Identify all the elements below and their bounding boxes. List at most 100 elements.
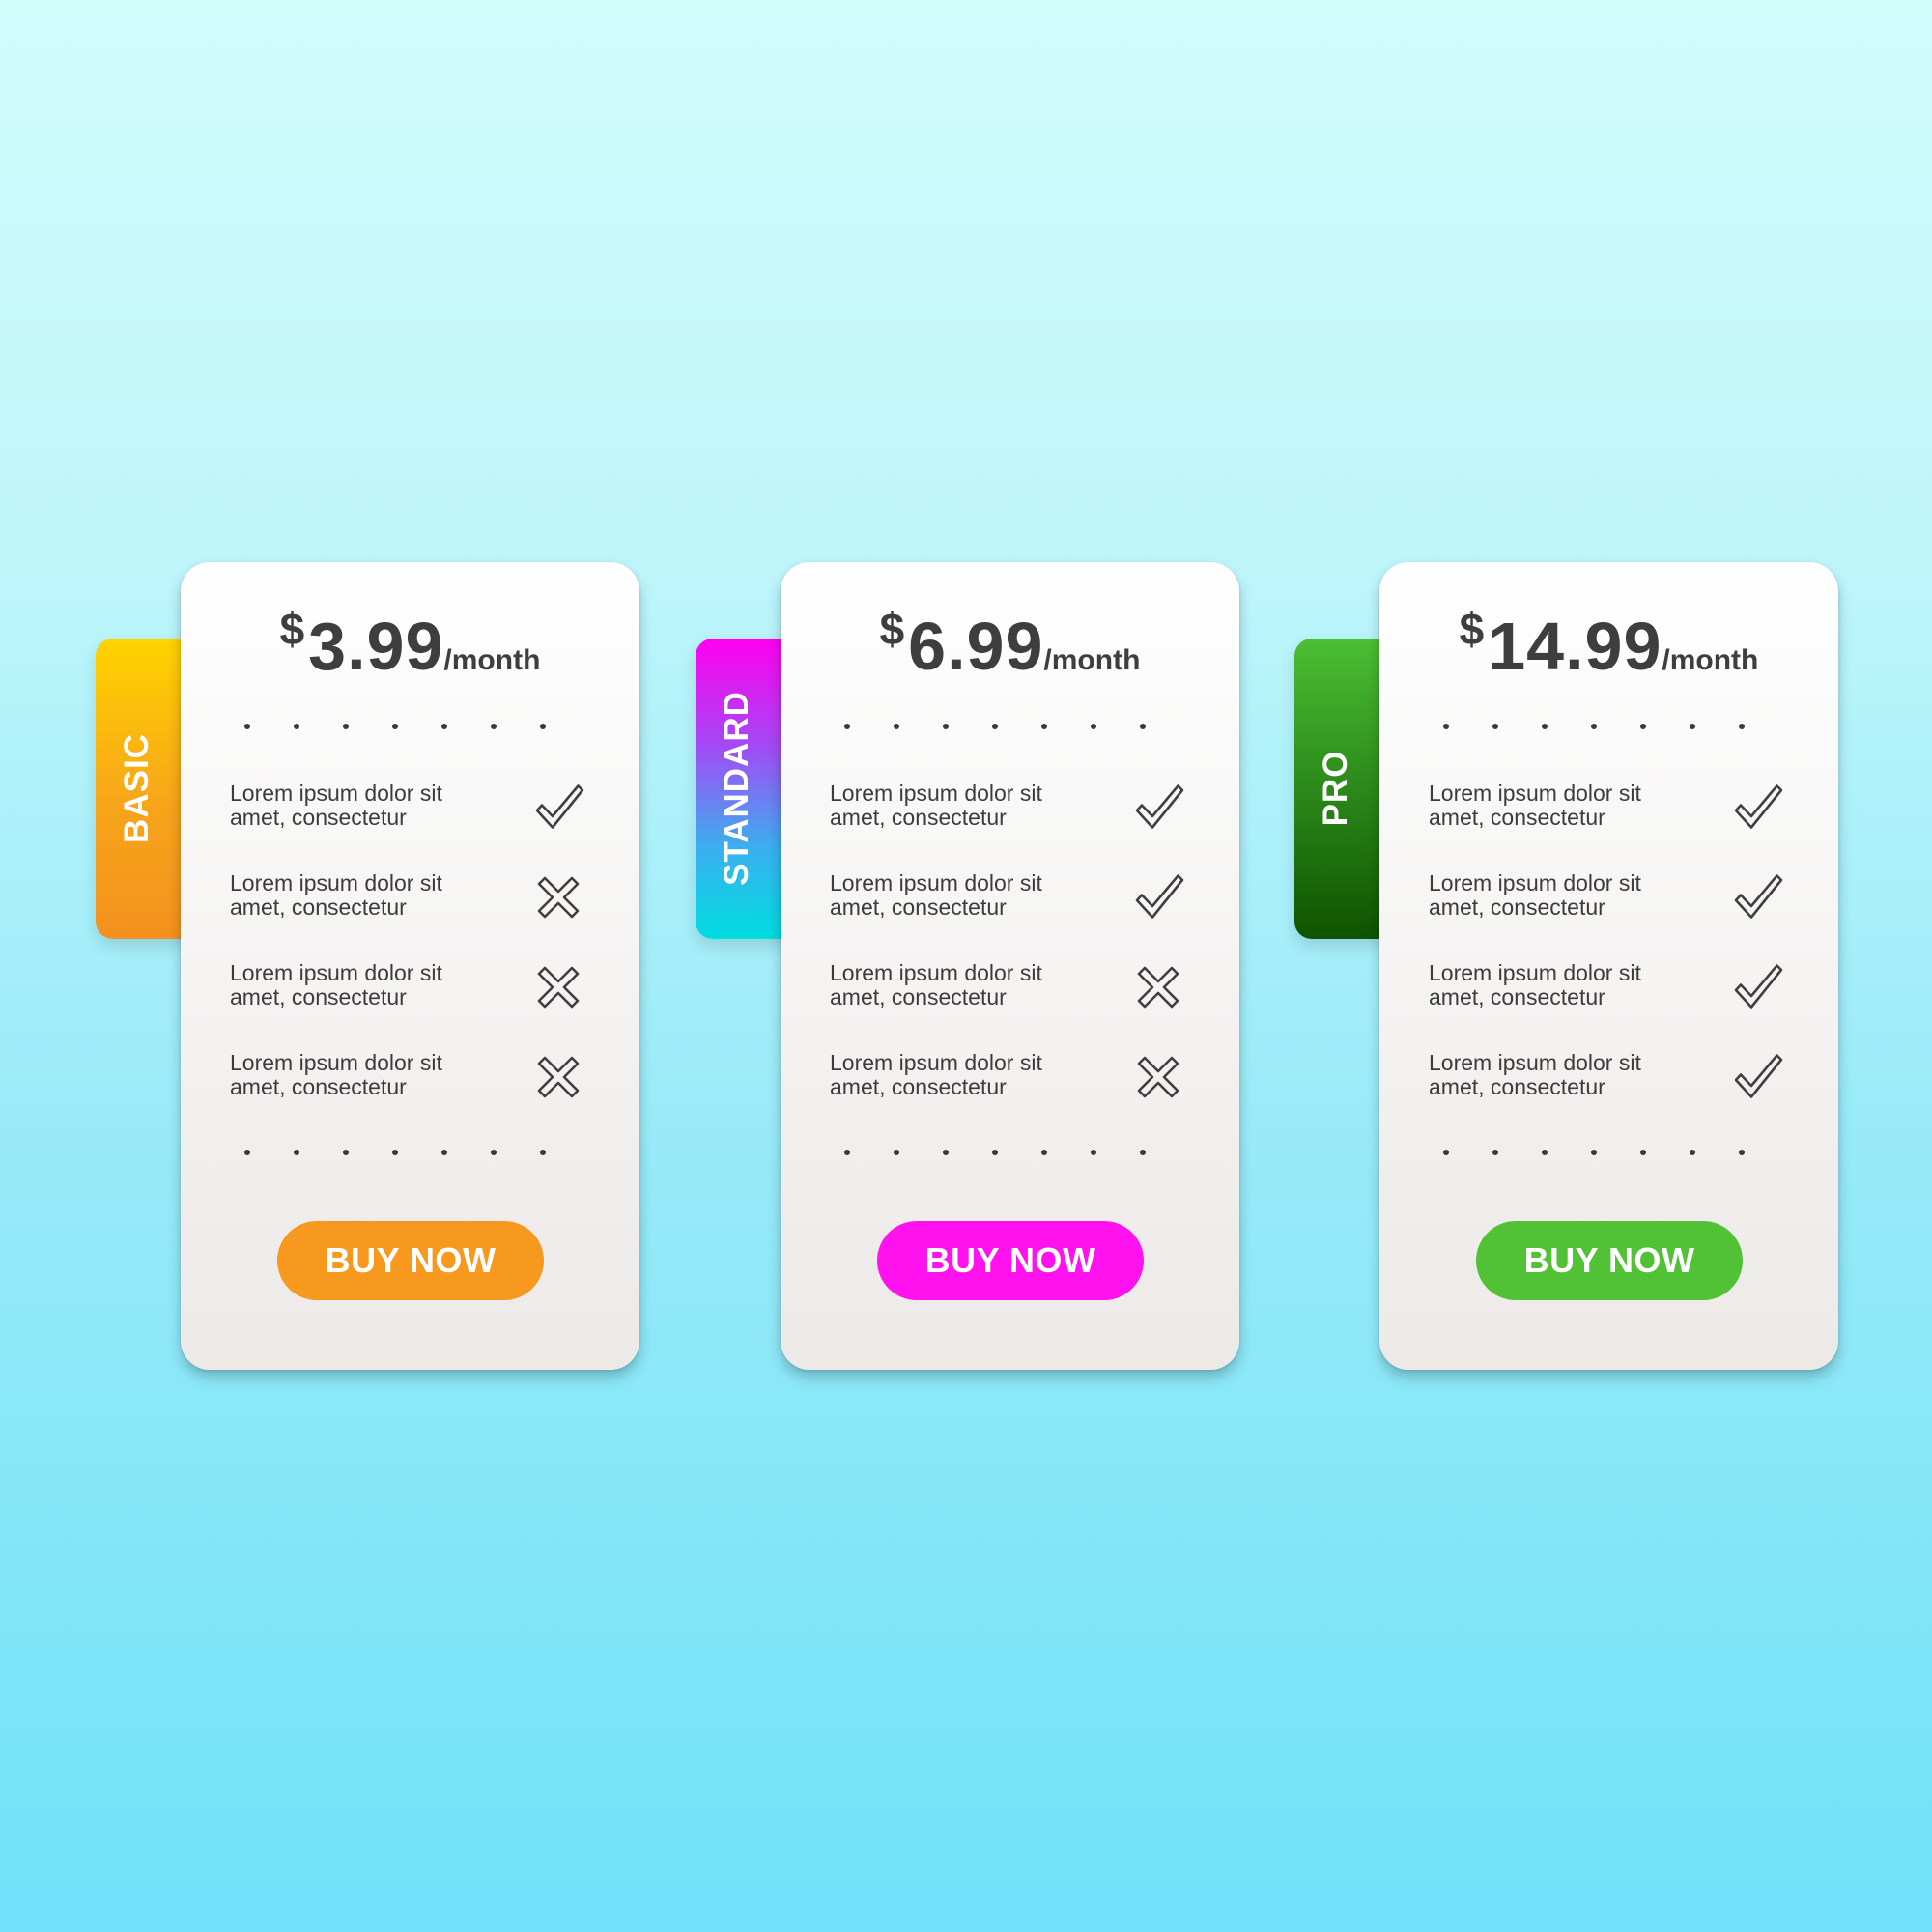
feature-text-line1: Lorem ipsum dolor sit	[1429, 960, 1641, 985]
dotted-divider-top	[1443, 724, 1775, 731]
plan-name: PRO	[1317, 750, 1354, 827]
feature-item: Lorem ipsum dolor sit amet, consectetur	[830, 871, 1216, 961]
feature-text: Lorem ipsum dolor sit amet, consectetur	[830, 781, 1120, 830]
feature-text-line2: amet, consectetur	[230, 984, 407, 1009]
divider-dot	[1041, 1150, 1047, 1155]
divider-dot	[1091, 724, 1096, 729]
feature-text: Lorem ipsum dolor sit amet, consectetur	[830, 1051, 1120, 1099]
divider-dot	[1492, 724, 1498, 729]
cross-icon	[537, 1056, 580, 1098]
divider-dot	[244, 724, 250, 729]
divider-dot	[1041, 724, 1047, 729]
check-icon	[1734, 964, 1783, 1009]
divider-dot	[844, 724, 850, 729]
buy-now-button[interactable]: BUY NOW	[877, 1221, 1144, 1300]
plan-name: STANDARD	[718, 691, 755, 886]
price-currency: $	[279, 604, 305, 654]
divider-dot	[992, 1150, 998, 1155]
feature-text: Lorem ipsum dolor sit amet, consectetur	[230, 781, 520, 830]
divider-dot	[1591, 724, 1597, 729]
divider-dot	[540, 724, 546, 729]
check-icon	[1734, 1054, 1783, 1098]
price-currency: $	[879, 604, 905, 654]
feature-text-line1: Lorem ipsum dolor sit	[830, 960, 1042, 985]
check-icon	[535, 784, 584, 829]
feature-text-line1: Lorem ipsum dolor sit	[1429, 870, 1641, 895]
buy-now-button[interactable]: BUY NOW	[277, 1221, 544, 1300]
feature-item: Lorem ipsum dolor sit amet, consectetur	[1429, 781, 1815, 871]
divider-dot	[343, 724, 349, 729]
cross-icon	[1137, 1056, 1179, 1098]
divider-dot	[244, 1150, 250, 1155]
divider-dot	[294, 1150, 299, 1155]
divider-dot	[943, 1150, 949, 1155]
plan-price: $14.99/month	[1379, 603, 1838, 685]
divider-dot	[1690, 1150, 1695, 1155]
feature-text: Lorem ipsum dolor sit amet, consectetur	[1429, 871, 1719, 920]
check-icon	[1734, 784, 1783, 829]
divider-dot	[1492, 1150, 1498, 1155]
price-period: /month	[1662, 644, 1759, 676]
feature-text-line2: amet, consectetur	[1429, 895, 1605, 920]
feature-text-line2: amet, consectetur	[230, 805, 407, 830]
divider-dot	[392, 724, 398, 729]
feature-item: Lorem ipsum dolor sit amet, consectetur	[230, 961, 616, 1051]
divider-dot	[491, 1150, 497, 1155]
feature-list: Lorem ipsum dolor sit amet, consectetur …	[830, 781, 1216, 1141]
price-currency: $	[1459, 604, 1485, 654]
divider-dot	[1591, 1150, 1597, 1155]
feature-text-line1: Lorem ipsum dolor sit	[230, 960, 442, 985]
divider-dot	[894, 724, 899, 729]
divider-dot	[1640, 724, 1646, 729]
feature-item: Lorem ipsum dolor sit amet, consectetur	[830, 961, 1216, 1051]
feature-text-line2: amet, consectetur	[1429, 984, 1605, 1009]
feature-text: Lorem ipsum dolor sit amet, consectetur	[830, 961, 1120, 1009]
feature-text: Lorem ipsum dolor sit amet, consectetur	[1429, 781, 1719, 830]
feature-text: Lorem ipsum dolor sit amet, consectetur	[230, 871, 520, 920]
buy-now-button[interactable]: BUY NOW	[1476, 1221, 1743, 1300]
feature-item: Lorem ipsum dolor sit amet, consectetur	[230, 1051, 616, 1141]
divider-dot	[1443, 1150, 1449, 1155]
pricing-card: $6.99/month Lorem ipsum dolor sit amet, …	[781, 562, 1239, 1370]
pricing-card: $14.99/month Lorem ipsum dolor sit amet,…	[1379, 562, 1838, 1370]
divider-dot	[1640, 1150, 1646, 1155]
feature-list: Lorem ipsum dolor sit amet, consectetur …	[230, 781, 616, 1141]
divider-dot	[1739, 724, 1745, 729]
divider-dot	[540, 1150, 546, 1155]
feature-text-line1: Lorem ipsum dolor sit	[830, 870, 1042, 895]
dotted-divider-bottom	[844, 1150, 1176, 1157]
pricing-card: $3.99/month Lorem ipsum dolor sit amet, …	[181, 562, 639, 1370]
divider-dot	[894, 1150, 899, 1155]
divider-dot	[1140, 724, 1146, 729]
feature-text-line2: amet, consectetur	[230, 1074, 407, 1099]
pricing-plan-pro: PRO $14.99/month Lorem ipsum dolor sit a…	[1294, 562, 1849, 1370]
divider-dot	[1091, 1150, 1096, 1155]
divider-dot	[441, 724, 447, 729]
feature-item: Lorem ipsum dolor sit amet, consectetur	[230, 871, 616, 961]
divider-dot	[441, 1150, 447, 1155]
feature-text: Lorem ipsum dolor sit amet, consectetur	[1429, 961, 1719, 1009]
feature-text-line1: Lorem ipsum dolor sit	[1429, 1050, 1641, 1075]
check-icon	[1734, 874, 1783, 919]
divider-dot	[943, 724, 949, 729]
plan-price: $6.99/month	[781, 603, 1239, 685]
feature-item: Lorem ipsum dolor sit amet, consectetur	[230, 781, 616, 871]
check-icon	[1135, 784, 1184, 829]
feature-text-line1: Lorem ipsum dolor sit	[230, 781, 442, 806]
divider-dot	[491, 724, 497, 729]
divider-dot	[1690, 724, 1695, 729]
feature-text-line2: amet, consectetur	[1429, 805, 1605, 830]
feature-text-line1: Lorem ipsum dolor sit	[230, 870, 442, 895]
feature-text-line2: amet, consectetur	[830, 895, 1007, 920]
feature-text: Lorem ipsum dolor sit amet, consectetur	[1429, 1051, 1719, 1099]
feature-text-line1: Lorem ipsum dolor sit	[830, 1050, 1042, 1075]
price-period: /month	[1043, 644, 1141, 676]
plan-price: $3.99/month	[181, 603, 639, 685]
pricing-plan-standard: STANDARD $6.99/month Lorem ipsum dolor s…	[696, 562, 1250, 1370]
divider-dot	[992, 724, 998, 729]
divider-dot	[1739, 1150, 1745, 1155]
dotted-divider-top	[244, 724, 576, 731]
feature-item: Lorem ipsum dolor sit amet, consectetur	[830, 781, 1216, 871]
feature-text-line2: amet, consectetur	[1429, 1074, 1605, 1099]
divider-dot	[294, 724, 299, 729]
